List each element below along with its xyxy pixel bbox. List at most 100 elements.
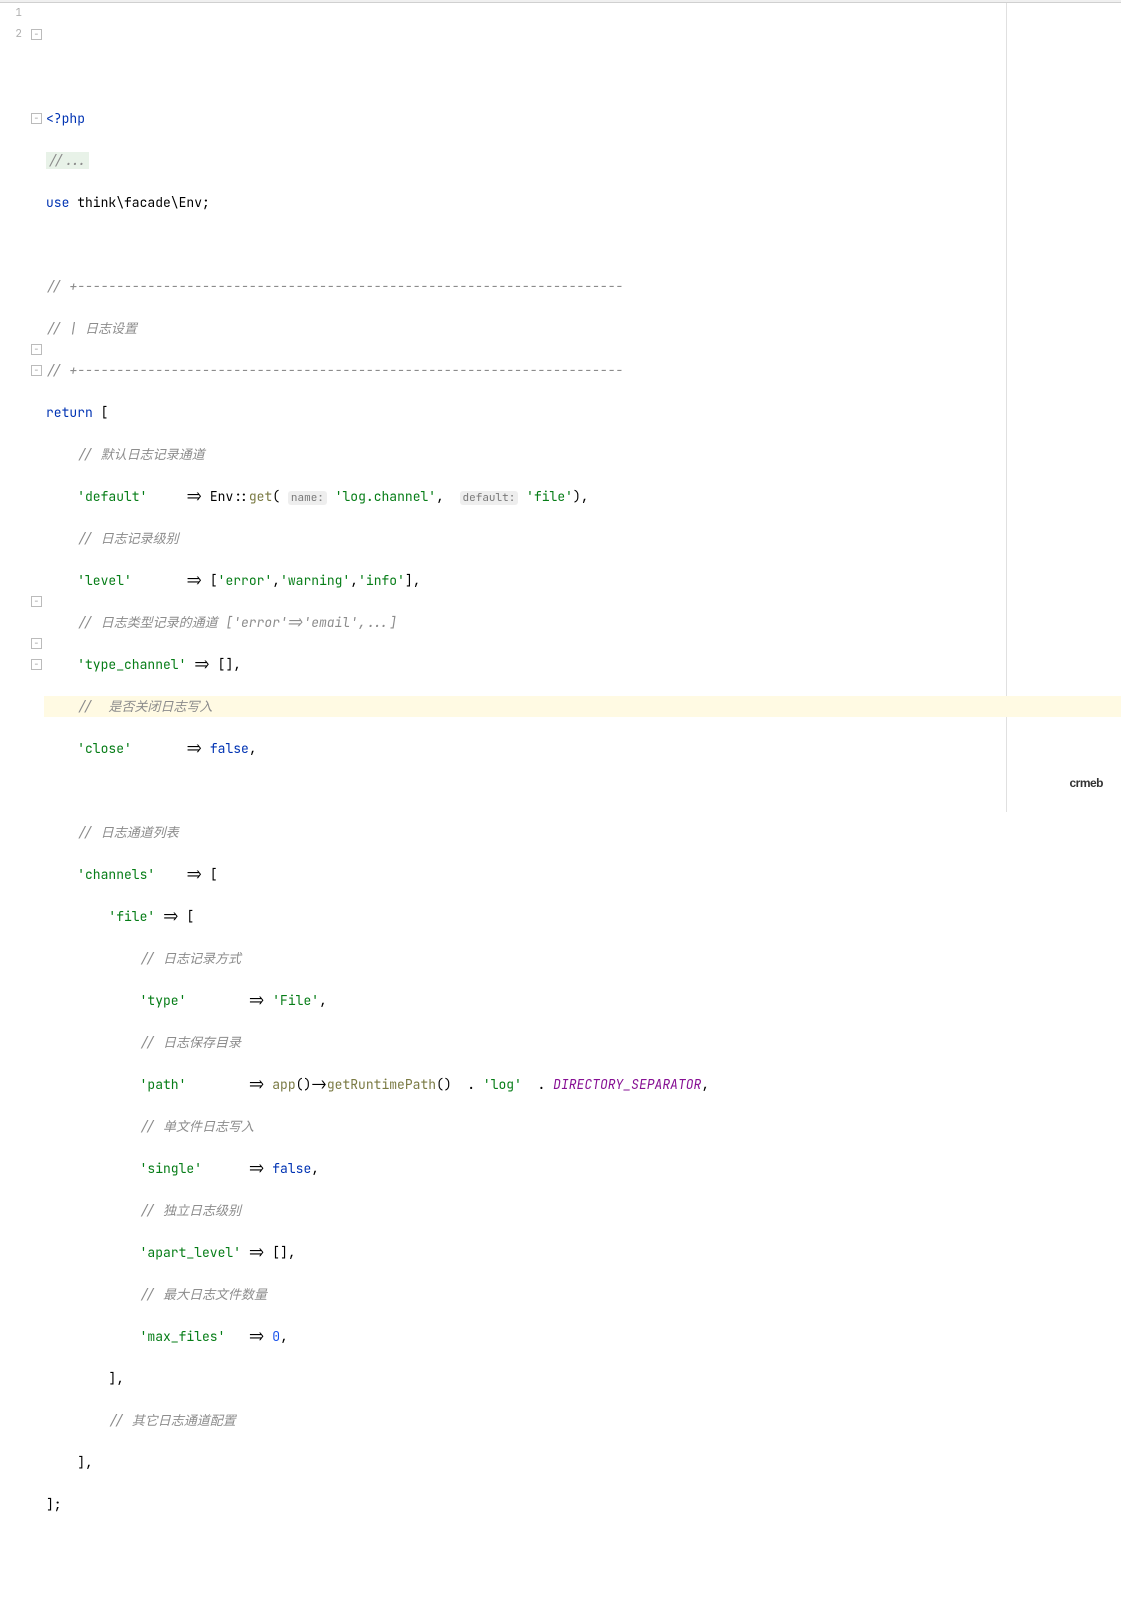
code-line[interactable]: 'apart_level' => [],	[46, 1242, 1121, 1263]
code-line[interactable]	[46, 780, 1121, 801]
fold-toggle-icon[interactable]: −	[31, 344, 42, 355]
array-key: 'type'	[140, 992, 187, 1009]
code-line[interactable]: // +------------------------------------…	[46, 276, 1121, 297]
line-number[interactable]	[0, 108, 22, 129]
code-line[interactable]: 'type' => 'File',	[46, 990, 1121, 1011]
line-number[interactable]	[0, 360, 22, 381]
param-hint: default:	[460, 491, 519, 505]
line-number[interactable]	[0, 549, 22, 570]
line-number[interactable]	[0, 402, 22, 423]
fold-toggle-icon[interactable]: −	[31, 29, 42, 40]
folded-region[interactable]: //...	[46, 152, 89, 169]
code-line[interactable]: ],	[46, 1368, 1121, 1389]
array-key: 'single'	[140, 1160, 202, 1177]
code-line[interactable]: // 日志通道列表	[46, 822, 1121, 843]
fold-toggle-icon[interactable]: −	[31, 659, 42, 670]
line-number[interactable]	[0, 213, 22, 234]
line-number[interactable]: 1	[0, 3, 22, 24]
code-content[interactable]: <?php //... use think\facade\Env; // +--…	[46, 87, 1121, 1557]
code-line[interactable]: ],	[46, 1452, 1121, 1473]
line-number[interactable]	[0, 612, 22, 633]
code-line[interactable]: <?php	[46, 108, 1121, 129]
line-number[interactable]	[0, 507, 22, 528]
line-number[interactable]	[0, 633, 22, 654]
code-line[interactable]: // 单文件日志写入	[46, 1116, 1121, 1137]
code-line[interactable]: // 日志记录级别	[46, 528, 1121, 549]
line-number[interactable]	[0, 276, 22, 297]
line-number[interactable]	[0, 570, 22, 591]
fold-toggle-icon[interactable]: −	[31, 113, 42, 124]
code-line[interactable]	[46, 234, 1121, 255]
code-line[interactable]: 'single' => false,	[46, 1158, 1121, 1179]
code-line[interactable]: return [	[46, 402, 1121, 423]
code-line[interactable]: 'max_files' => 0,	[46, 1326, 1121, 1347]
code-line[interactable]: // 日志类型记录的通道 ['error'=>'email',...]	[46, 612, 1121, 633]
line-number[interactable]	[0, 171, 22, 192]
php-open-tag: <?php	[46, 110, 85, 127]
code-line[interactable]: 'type_channel' => [],	[46, 654, 1121, 675]
comment: // 日志通道列表	[77, 824, 178, 841]
line-number[interactable]	[0, 87, 22, 108]
line-number[interactable]	[0, 255, 22, 276]
array-key: 'close'	[77, 740, 132, 757]
line-number[interactable]	[0, 465, 22, 486]
line-number[interactable]	[0, 423, 22, 444]
code-line[interactable]: // 日志记录方式	[46, 948, 1121, 969]
comment: // 日志记录方式	[140, 950, 241, 967]
fold-gutter[interactable]: − − − − − − −	[30, 3, 44, 812]
keyword-use: use	[46, 194, 77, 211]
line-number[interactable]	[0, 654, 22, 675]
line-number[interactable]	[0, 192, 22, 213]
code-line[interactable]: 'default' => Env::get( name: 'log.channe…	[46, 486, 1121, 507]
line-number[interactable]	[0, 444, 22, 465]
line-number[interactable]	[0, 591, 22, 612]
code-line[interactable]: 'level' => ['error','warning','info'],	[46, 570, 1121, 591]
param-hint: name:	[288, 491, 327, 505]
comment: // 最大日志文件数量	[140, 1286, 267, 1303]
line-number[interactable]	[0, 675, 22, 696]
line-number[interactable]	[0, 318, 22, 339]
code-line[interactable]: // 默认日志记录通道	[46, 444, 1121, 465]
array-key: 'path'	[140, 1076, 187, 1093]
code-editor[interactable]: 1 2 −−−−−−− <?ph	[0, 3, 1121, 812]
line-number[interactable]	[0, 381, 22, 402]
code-line[interactable]: ];	[46, 1494, 1121, 1515]
line-number[interactable]	[0, 528, 22, 549]
comment: // 日志保存目录	[140, 1034, 241, 1051]
code-line[interactable]: //...	[46, 150, 1121, 171]
fold-toggle-icon[interactable]: −	[31, 365, 42, 376]
line-number[interactable]	[0, 234, 22, 255]
line-number[interactable]	[0, 150, 22, 171]
keyword-return: return	[46, 404, 101, 421]
code-line[interactable]: // | 日志设置	[46, 318, 1121, 339]
code-line[interactable]: // 其它日志通道配置	[46, 1410, 1121, 1431]
line-number-gutter[interactable]: 1 2	[0, 3, 30, 812]
namespace: think\facade\	[77, 194, 178, 211]
comment: // | 日志设置	[46, 320, 137, 337]
code-line[interactable]: 'close' => false,	[46, 738, 1121, 759]
array-key: 'default'	[77, 488, 147, 505]
code-line[interactable]: // 最大日志文件数量	[46, 1284, 1121, 1305]
code-area[interactable]: <?php //... use think\facade\Env; // +--…	[44, 3, 1121, 812]
comment: // 日志记录级别	[77, 530, 178, 547]
code-line[interactable]: use think\facade\Env;	[46, 192, 1121, 213]
line-number[interactable]	[0, 129, 22, 150]
line-number[interactable]	[0, 339, 22, 360]
comment: // +------------------------------------…	[46, 278, 623, 295]
code-line[interactable]: 'file' => [	[46, 906, 1121, 927]
comment: // 其它日志通道配置	[108, 1412, 235, 1429]
code-line[interactable]: 'path' => app()->getRuntimePath() . 'log…	[46, 1074, 1121, 1095]
fold-toggle-icon[interactable]: −	[31, 596, 42, 607]
code-line[interactable]: 'channels' => [	[46, 864, 1121, 885]
line-number[interactable]: 2	[0, 24, 22, 45]
line-number[interactable]	[0, 297, 22, 318]
code-line[interactable]: // 是否关闭日志写入	[46, 696, 1121, 717]
comment: // 独立日志级别	[140, 1202, 241, 1219]
line-number[interactable]	[0, 45, 22, 66]
line-number[interactable]	[0, 486, 22, 507]
code-line[interactable]: // 独立日志级别	[46, 1200, 1121, 1221]
line-number[interactable]	[0, 66, 22, 87]
code-line[interactable]: // 日志保存目录	[46, 1032, 1121, 1053]
code-line[interactable]: // +------------------------------------…	[46, 360, 1121, 381]
fold-toggle-icon[interactable]: −	[31, 638, 42, 649]
